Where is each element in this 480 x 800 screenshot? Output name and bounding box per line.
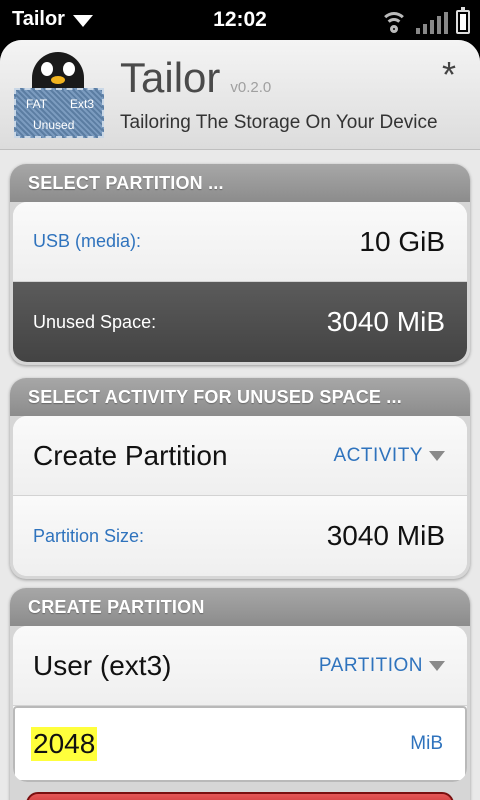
partition-label: USB (media): bbox=[33, 231, 142, 251]
select-partition-group: SELECT PARTITION ... USB (media): 10 GiB… bbox=[10, 164, 470, 365]
partition-size-label: Partition Size: bbox=[33, 525, 145, 546]
create-partition-group: CREATE PARTITION User (ext3) PARTITION 2… bbox=[10, 588, 470, 800]
logo-unused-label: Unused bbox=[33, 118, 75, 132]
partition-label: Unused Space: bbox=[33, 311, 157, 332]
partition-row-usb[interactable]: USB (media): 10 GiB bbox=[13, 202, 467, 282]
activity-picker[interactable]: ACTIVITY bbox=[333, 445, 445, 467]
status-bar: Tailor 12:02 bbox=[0, 0, 480, 40]
modified-marker: * bbox=[441, 54, 456, 95]
partition-type-value: User (ext3) bbox=[33, 649, 172, 681]
select-activity-title: SELECT ACTIVITY FOR UNUSED SPACE ... bbox=[10, 378, 470, 416]
chevron-down-icon bbox=[429, 450, 445, 461]
wifi-icon bbox=[380, 12, 408, 34]
create-partition-button[interactable] bbox=[26, 792, 454, 800]
title-row: Tailor v0.2.0 bbox=[120, 54, 271, 102]
partition-type-picker-label: PARTITION bbox=[318, 654, 423, 676]
select-activity-group: SELECT ACTIVITY FOR UNUSED SPACE ... Cre… bbox=[10, 378, 470, 579]
logo-fat-label: FAT bbox=[26, 97, 48, 111]
status-icons bbox=[380, 7, 470, 34]
partition-list: USB (media): 10 GiB Unused Space: 3040 M… bbox=[13, 202, 467, 362]
app-card: FAT Ext3 Unused Tailor v0.2.0 Tailoring … bbox=[0, 40, 480, 800]
signal-strength-icon bbox=[416, 12, 448, 34]
app-version: v0.2.0 bbox=[230, 79, 272, 96]
partition-row-unused[interactable]: Unused Space: 3040 MiB bbox=[13, 282, 467, 362]
partition-size-unit: MiB bbox=[410, 733, 443, 754]
activity-list: Create Partition ACTIVITY Partition Size… bbox=[13, 416, 467, 576]
activity-value: Create Partition bbox=[33, 439, 228, 471]
storage-tile-icon: FAT Ext3 Unused bbox=[14, 88, 104, 138]
app-header: FAT Ext3 Unused Tailor v0.2.0 Tailoring … bbox=[0, 40, 480, 150]
create-partition-title: CREATE PARTITION bbox=[10, 588, 470, 626]
create-partition-body: User (ext3) PARTITION 2048 MiB bbox=[13, 626, 467, 782]
app-logo: FAT Ext3 Unused bbox=[14, 52, 104, 142]
logo-ext3-label: Ext3 bbox=[69, 97, 94, 111]
partition-size-input[interactable]: 2048 MiB bbox=[13, 706, 467, 782]
partition-size-value: 3040 MiB bbox=[326, 520, 445, 551]
chevron-down-icon bbox=[429, 660, 445, 671]
partition-size-row: Partition Size: 3040 MiB bbox=[13, 496, 467, 576]
partition-type-picker[interactable]: PARTITION bbox=[319, 655, 445, 677]
battery-icon bbox=[456, 7, 470, 34]
activity-selector[interactable]: Create Partition ACTIVITY bbox=[13, 416, 467, 496]
select-partition-title: SELECT PARTITION ... bbox=[10, 164, 470, 202]
partition-size: 10 GiB bbox=[359, 225, 445, 257]
partition-size: 3040 MiB bbox=[326, 306, 445, 337]
activity-picker-label: ACTIVITY bbox=[333, 444, 423, 466]
app-title: Tailor bbox=[120, 54, 221, 101]
partition-size-input-value[interactable]: 2048 bbox=[31, 727, 98, 761]
app-subtitle: Tailoring The Storage On Your Device bbox=[120, 112, 438, 133]
partition-type-selector[interactable]: User (ext3) PARTITION bbox=[13, 626, 467, 706]
